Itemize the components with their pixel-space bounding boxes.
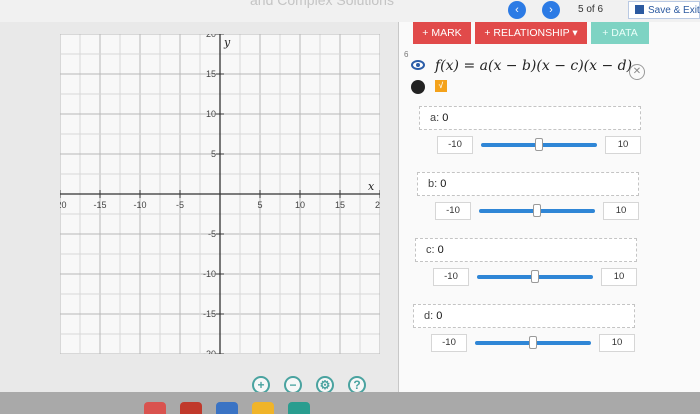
parameter-block: c: 0 -10 10 (415, 238, 637, 294)
gear-icon: ⚙ (319, 378, 331, 392)
save-exit-button[interactable]: Save & Exit (628, 1, 700, 19)
y-tick-label: -5 (208, 229, 216, 239)
x-tick-label: 20 (375, 200, 380, 210)
chevron-left-icon: ‹ (515, 4, 519, 16)
y-tick-label: -20 (203, 349, 216, 354)
slider-max-input[interactable]: 10 (601, 268, 637, 286)
parameter-value: 0 (436, 310, 443, 322)
parameter-field[interactable]: c: 0 (415, 238, 637, 262)
page-counter: 5 of 6 (578, 4, 604, 15)
parameter-slider[interactable] (477, 270, 593, 283)
parameter-block: a: 0 -10 10 (419, 106, 641, 162)
app-icon[interactable] (144, 402, 166, 414)
taskbar (0, 392, 700, 414)
parameter-value: 0 (442, 112, 449, 124)
y-tick-label: -15 (203, 309, 216, 319)
coordinate-grid[interactable]: -20 -15 -10 -5 5 10 15 20 20 15 10 5 -5 -10 -15 -20 x y (60, 34, 380, 354)
y-axis-label: y (223, 36, 231, 49)
parameter-value: 0 (437, 244, 444, 256)
slider-min-input[interactable]: -10 (437, 136, 473, 154)
slider-min-input[interactable]: -10 (431, 334, 467, 352)
chevron-right-icon: › (549, 4, 553, 16)
zoom-out-icon: − (289, 378, 297, 392)
y-tick-label: 10 (206, 109, 216, 119)
line-number: 6 (404, 50, 409, 59)
x-tick-label: -20 (60, 200, 67, 210)
add-relationship-button[interactable]: + RELATIONSHIP ▾ (475, 22, 587, 44)
gmail-icon[interactable] (180, 402, 202, 414)
zoom-in-icon: + (257, 378, 265, 392)
parameter-field[interactable]: d: 0 (413, 304, 635, 328)
parameter-name: b: (428, 178, 438, 190)
slides-icon[interactable] (252, 402, 274, 414)
x-tick-label: 10 (295, 200, 305, 210)
x-tick-label: 5 (257, 200, 262, 210)
parameter-block: d: 0 -10 10 (413, 304, 635, 360)
x-tick-label: -15 (93, 200, 106, 210)
slider-thumb[interactable] (531, 270, 539, 283)
browser-top-bar: and Complex Solutions ‹ › 5 of 6 Save & … (0, 0, 700, 22)
function-formula[interactable]: f(x) = a(x − b)(x − c)(x − d) (435, 58, 632, 74)
add-data-button[interactable]: + DATA (591, 22, 649, 44)
x-tick-label: -10 (133, 200, 146, 210)
y-tick-label: -10 (203, 269, 216, 279)
parameter-field[interactable]: a: 0 (419, 106, 641, 130)
expression-row: 6 f(x) = a(x − b)(x − c)(x − d) √ ✕ (399, 50, 700, 98)
graph-panel: -20 -15 -10 -5 5 10 15 20 20 15 10 5 -5 -10 -15 -20 x y +… (0, 22, 398, 394)
y-tick-label: 20 (206, 34, 216, 39)
faded-page-title: and Complex Solutions (250, 0, 394, 8)
slider-thumb[interactable] (533, 204, 541, 217)
x-axis-label: x (368, 180, 375, 193)
exit-icon (635, 5, 644, 14)
docs-icon[interactable] (216, 402, 238, 414)
slider-max-input[interactable]: 10 (599, 334, 635, 352)
x-tick-label: -5 (176, 200, 184, 210)
x-tick-label: 15 (335, 200, 345, 210)
parameter-name: a: (430, 112, 440, 124)
sqrt-icon[interactable]: √ (435, 80, 447, 92)
y-tick-label: 5 (211, 149, 216, 159)
parameter-name: c: (426, 244, 435, 256)
add-mark-button[interactable]: + MARK (413, 22, 471, 44)
expression-panel: + MARK + RELATIONSHIP ▾ + DATA 6 f(x) = … (398, 22, 700, 392)
parameter-value: 0 (440, 178, 447, 190)
eye-icon[interactable] (411, 60, 425, 70)
slider-thumb[interactable] (529, 336, 537, 349)
close-icon[interactable]: ✕ (629, 64, 645, 80)
prev-page-button[interactable]: ‹ (508, 1, 526, 19)
parameter-slider[interactable] (479, 204, 595, 217)
parameter-name: d: (424, 310, 434, 322)
slider-min-input[interactable]: -10 (433, 268, 469, 286)
parameter-field[interactable]: b: 0 (417, 172, 639, 196)
slider-max-input[interactable]: 10 (605, 136, 641, 154)
parameter-slider[interactable] (475, 336, 591, 349)
parameter-block: b: 0 -10 10 (417, 172, 639, 228)
drive-icon[interactable] (288, 402, 310, 414)
next-page-button[interactable]: › (542, 1, 560, 19)
help-icon: ? (353, 378, 361, 392)
y-tick-label: 15 (206, 69, 216, 79)
slider-max-input[interactable]: 10 (603, 202, 639, 220)
slider-min-input[interactable]: -10 (435, 202, 471, 220)
parameter-slider[interactable] (481, 138, 597, 151)
color-swatch[interactable] (411, 80, 425, 94)
save-exit-label: Save & Exit (648, 5, 700, 16)
slider-thumb[interactable] (535, 138, 543, 151)
